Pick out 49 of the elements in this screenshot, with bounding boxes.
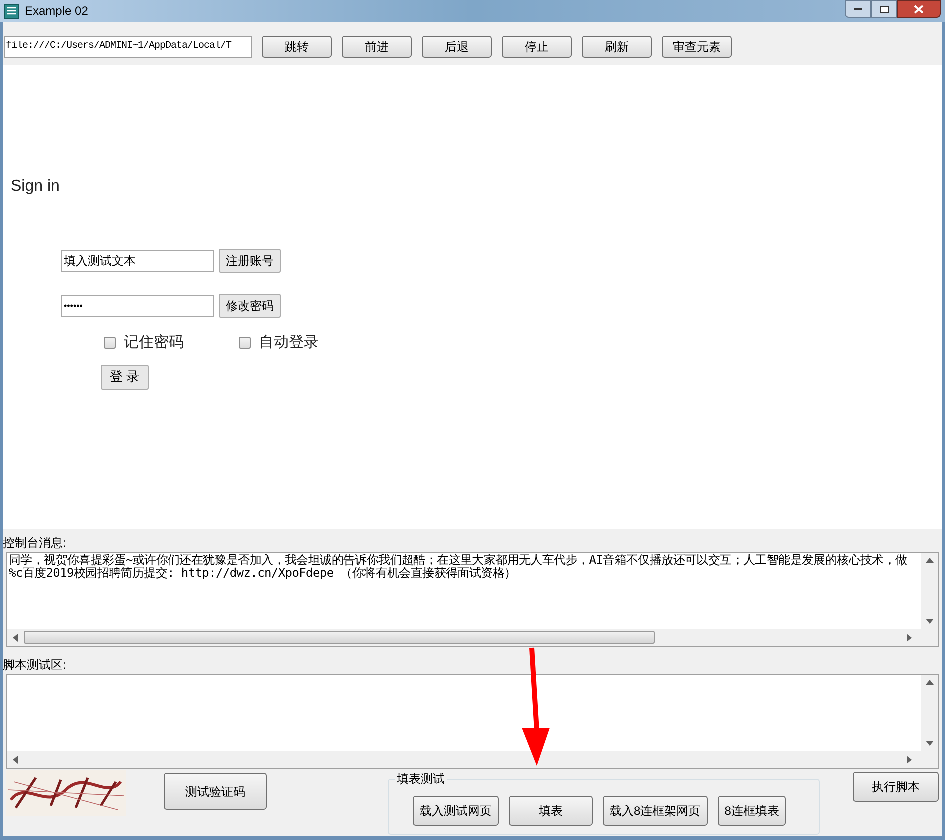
scroll-up-icon[interactable] <box>926 558 934 563</box>
scroll-right-icon[interactable] <box>907 634 912 642</box>
scroll-right-icon[interactable] <box>907 756 912 764</box>
checkbox-label: 自动登录 <box>259 333 319 353</box>
username-field[interactable]: 填入测试文本 <box>61 250 214 272</box>
horizontal-scrollbar[interactable] <box>7 751 938 768</box>
scroll-left-icon[interactable] <box>13 634 18 642</box>
console-label: 控制台消息: <box>3 535 66 552</box>
fill-test-button[interactable]: 载入8连框架网页 <box>603 796 708 826</box>
maximize-button[interactable] <box>871 0 897 18</box>
checkbox[interactable] <box>239 337 251 350</box>
toolbar-button[interactable]: 跳转 <box>262 36 332 58</box>
fill-test-button[interactable]: 载入测试网页 <box>413 796 499 826</box>
scroll-up-icon[interactable] <box>926 680 934 685</box>
app-icon <box>4 4 19 18</box>
minimize-button[interactable] <box>845 0 871 18</box>
test-captcha-button[interactable]: 测试验证码 <box>164 773 267 810</box>
close-button[interactable] <box>897 0 941 18</box>
window-title: Example 02 <box>25 3 88 20</box>
page-heading: Sign in <box>11 177 60 197</box>
text-area[interactable]: 同学，视贺你喜提彩蛋~或许你们还在犹豫是否加入，我会坦诚的告诉你我们超酷；在这里大家都用无人车代步，AI音箱不仅播放还可以交互；人工智能是发展的核心技术，做 %c百度2019校园招聘简历提交: http://dwz.cn/XpoFdepe （你将有机会直接获得面试资格） <box>6 552 939 647</box>
console-text: 同学，视贺你喜提彩蛋~或许你们还在犹豫是否加入，我会坦诚的告诉你我们超酷；在这里大家都用无人车代步，AI音箱不仅播放还可以交互；人工智能是发展的核心技术，做 <box>9 554 908 567</box>
scroll-down-icon[interactable] <box>926 619 934 624</box>
fill-test-button[interactable]: 填表 <box>509 796 593 826</box>
scroll-thumb[interactable] <box>24 631 656 644</box>
checkbox-label: 记住密码 <box>124 333 184 353</box>
group-title: 填表测试 <box>395 771 447 787</box>
vertical-scrollbar[interactable] <box>921 675 938 751</box>
vertical-scrollbar[interactable] <box>921 553 938 629</box>
fill-test-button[interactable]: 8连框填表 <box>718 796 786 826</box>
scroll-left-icon[interactable] <box>13 756 18 764</box>
console-text: %c百度2019校园招聘简历提交: http://dwz.cn/XpoFdepe （你将有机会直接获得面试资格） <box>9 567 516 580</box>
toolbar-button[interactable]: 前进 <box>342 36 412 58</box>
login-button[interactable]: 登 录 <box>101 364 149 390</box>
toolbar-button[interactable]: 审查元素 <box>662 36 732 58</box>
url-field[interactable]: file:///C:/Users/ADMINI~1/AppData/Local/T <box>4 36 252 58</box>
checkbox[interactable] <box>104 337 116 350</box>
close-icon <box>914 4 924 14</box>
script-label: 脚本测试区: <box>3 657 66 674</box>
scroll-down-icon[interactable] <box>926 741 934 746</box>
change-password-button[interactable]: 修改密码 <box>219 294 281 318</box>
password-field[interactable]: •••••• <box>61 295 214 317</box>
horizontal-scrollbar[interactable] <box>7 629 938 646</box>
register-button[interactable]: 注册账号 <box>219 249 281 273</box>
text-area[interactable] <box>6 674 939 769</box>
run-script-button[interactable]: 执行脚本 <box>853 772 939 802</box>
toolbar-button[interactable]: 后退 <box>422 36 492 58</box>
toolbar-button[interactable]: 停止 <box>502 36 572 58</box>
toolbar-button[interactable]: 刷新 <box>582 36 652 58</box>
